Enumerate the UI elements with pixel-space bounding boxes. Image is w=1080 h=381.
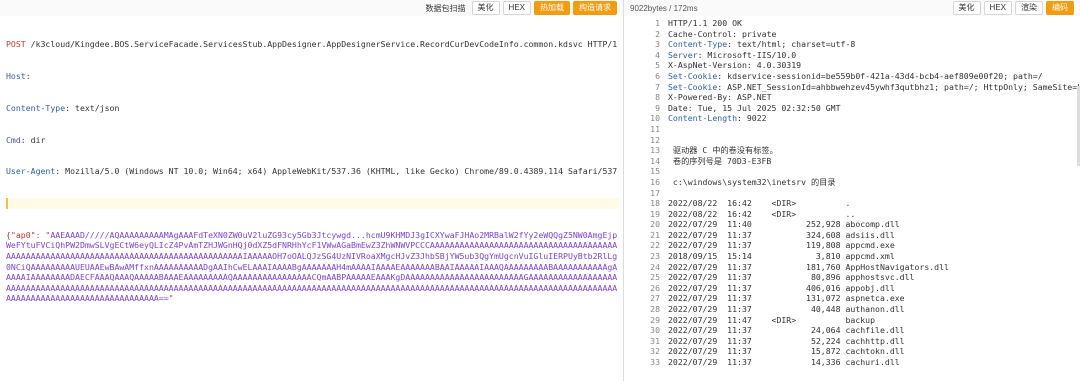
response-line: c:\windows\system32\inetsrv 的目录 [668,176,836,187]
hot-reload-button[interactable]: 热加载 [534,1,570,15]
response-line: Server: Microsoft-IIS/10.0 [668,49,797,60]
request-toolbar: 数据包扫描 美化 HEX 热加载 构造请求 [0,0,623,16]
response-toolbar: 9022bytes / 172ms 美化 HEX 渲染 编码 [624,0,1080,16]
response-line: 2022/08/22 16:42 <DIR> .. [668,208,856,219]
response-line: 2022/07/29 11:37 24,064 cachfile.dll [668,325,905,336]
response-line: Content-Length: 9022 [668,113,767,124]
response-encoding-button[interactable]: 编码 [1046,1,1074,15]
line-number-gutter: 1 2 3 4 5 6 7 8 9 10 11 12 13 14 15 16 17 18 19 20 21 22 23 24 2… [624,18,668,368]
line-number: 3 [655,39,660,50]
line-number: 1 [655,18,660,28]
response-line: Date: Tue, 15 Jul 2025 02:32:50 GMT [668,102,841,113]
line-number: 7 [655,81,660,92]
response-line: 2018/09/15 15:14 3,810 appcmd.xml [668,251,895,262]
response-line: 2022/07/29 11:37 14,336 cachuri.dll [668,357,900,367]
packet-scan-button[interactable]: 数据包扫描 [423,3,469,14]
line-number: 20 [650,219,660,230]
line-number: 6 [655,70,660,81]
line-number: 25 [650,272,660,283]
line-number: 23 [650,251,660,262]
response-beautify-button[interactable]: 美化 [952,1,981,15]
line-number: 32 [650,346,660,357]
content-type-header: Content-Type: text/json [6,102,120,113]
response-hex-button[interactable]: HEX [983,1,1012,15]
response-editor[interactable]: 1 2 3 4 5 6 7 8 9 10 11 12 13 14 15 16 17 18 19 20 21 22 23 24 2… [624,16,1080,368]
response-line: HTTP/1.1 200 OK [668,18,742,28]
user-agent-header: User-Agent: Mozilla/5.0 (Windows NT 10.0… [6,166,619,177]
line-number: 11 [650,123,660,134]
response-line: Set-Cookie: ASP.NET_SessionId=ahbbwehzev… [668,81,1080,92]
line-number: 14 [650,155,660,166]
line-number: 33 [650,357,660,367]
line-number: 31 [650,335,660,346]
response-line: 2022/07/29 11:37 406,016 appobj.dll [668,282,895,293]
response-pane: 9022bytes / 172ms 美化 HEX 渲染 编码 123456789… [624,0,1080,381]
line-number: 28 [650,304,660,315]
line-number: 26 [650,282,660,293]
line-number: 4 [655,49,660,60]
hex-button[interactable]: HEX [502,1,531,15]
line-number: 5 [655,60,660,71]
request-line: POST /k3cloud/Kingdee.BOS.ServiceFacade.… [6,39,619,50]
response-line [668,135,1080,146]
line-number: 30 [650,325,660,336]
response-line [668,124,1080,135]
response-line: 2022/07/29 11:37 40,448 authanon.dll [668,304,905,315]
response-line: 2022/07/29 11:37 181,760 AppHostNavigato… [668,261,949,272]
response-render-button[interactable]: 渲染 [1015,1,1043,15]
text-caret-line [6,198,619,209]
response-line: 卷的序列号是 70D3-E3FB [668,155,772,166]
response-line: Set-Cookie: kdservice-sessionid=be559b0f… [668,70,1043,81]
line-number: 17 [650,187,660,198]
line-number: 18 [650,198,660,209]
beautify-button[interactable]: 美化 [471,1,500,15]
response-line: 2022/07/29 11:40 252,928 abocomp.dll [668,219,900,230]
response-line [668,188,1080,199]
line-number: 29 [650,314,660,325]
request-pane: 数据包扫描 美化 HEX 热加载 构造请求 POST /k3cloud/King… [0,0,624,381]
response-line: Cache-Control: private [668,28,777,39]
request-json-body: {"ap0": "AAEAAAD/////AQAAAAAAAAAMAgAAAFd… [6,229,618,304]
response-line: 2022/07/29 11:37 324,608 adsiis.dll [668,229,895,240]
line-number: 13 [650,145,660,156]
line-number: 27 [650,293,660,304]
line-number: 24 [650,261,660,272]
response-line: Content-Type: text/html; charset=utf-8 [668,39,856,50]
response-line: 2022/07/29 11:37 131,072 aspnetca.exe [668,293,905,304]
line-number: 22 [650,240,660,251]
line-number: 16 [650,176,660,187]
host-header: Host: [6,70,31,81]
response-body: HTTP/1.1 200 OK Cache-Control: private Con… [668,18,1080,368]
response-size-timing: 9022bytes / 172ms [630,3,698,13]
response-line: 2022/07/29 11:47 <DIR> backup [668,314,876,325]
line-number: 19 [650,208,660,219]
line-number: 9 [655,102,660,113]
line-number: 2 [655,28,660,39]
build-request-button[interactable]: 构造请求 [573,1,617,15]
response-line: 驱动器 C 中的卷没有标签。 [668,145,778,156]
response-line: 2022/08/22 16:42 <DIR> . [668,198,851,209]
response-line: X-AspNet-Version: 4.0.30319 [668,60,802,71]
response-line [668,166,1080,177]
line-number: 12 [650,134,660,145]
line-number: 21 [650,229,660,240]
response-line: 2022/07/29 11:37 119,808 appcmd.exe [668,240,895,251]
response-line: X-Powered-By: ASP.NET [668,92,772,103]
line-number: 10 [650,113,660,124]
response-line: 2022/07/29 11:37 15,872 cachtokn.dll [668,346,905,357]
response-line: 2022/07/29 11:37 80,896 apphostsvc.dll [668,272,915,283]
line-number: 8 [655,92,660,103]
request-editor[interactable]: POST /k3cloud/Kingdee.BOS.ServiceFacade.… [0,16,623,325]
response-line: 2022/07/29 11:37 52,224 cachhttp.dll [668,335,905,346]
line-number: 15 [650,166,660,177]
cmd-header: Cmd: dir [6,134,46,145]
